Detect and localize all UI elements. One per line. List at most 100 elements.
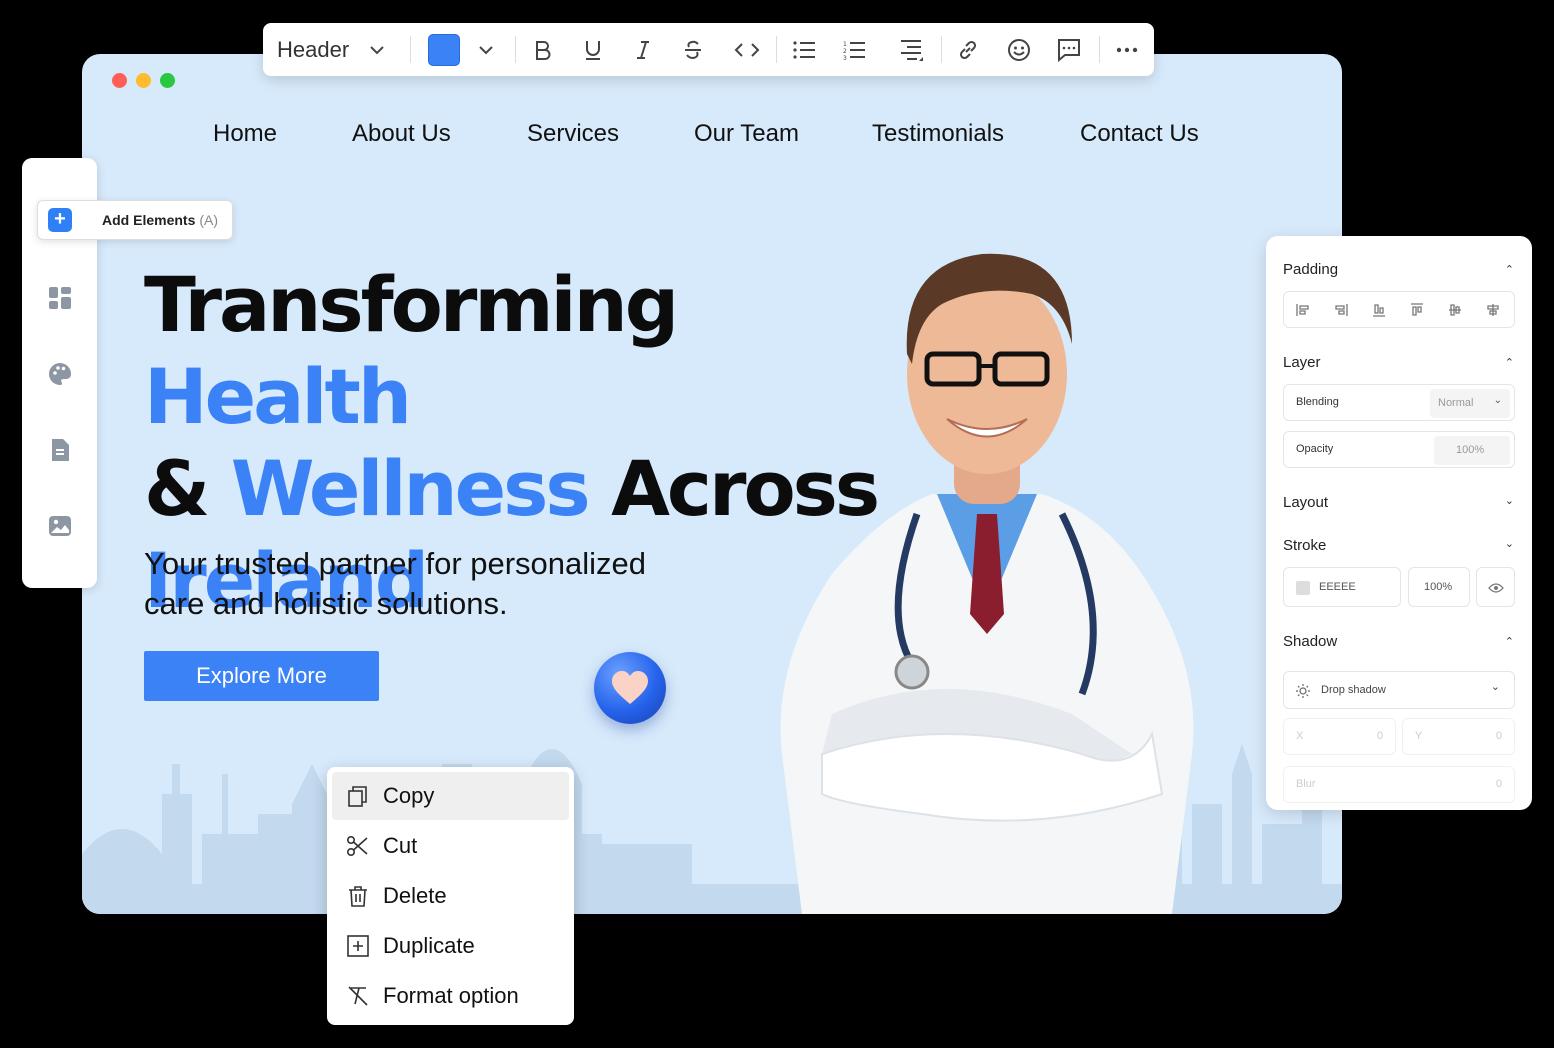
opacity-label: Opacity <box>1296 443 1334 455</box>
website-preview-window: Home About Us Services Our Team Testimon… <box>82 54 1342 914</box>
text-color-picker[interactable] <box>426 23 496 76</box>
shadow-blur-input[interactable]: Blur 0 <box>1283 766 1515 803</box>
strikethrough-icon[interactable] <box>678 23 708 76</box>
stroke-color-swatch <box>1296 581 1310 595</box>
window-controls <box>112 73 175 88</box>
shadow-y-input[interactable]: Y 0 <box>1402 718 1515 755</box>
palette-icon[interactable] <box>48 362 72 386</box>
stroke-color-field[interactable]: EEEEE <box>1283 567 1401 607</box>
text-format-toolbar: Header 123 <box>263 23 1154 76</box>
menu-item-label: Delete <box>383 883 447 908</box>
copy-icon <box>348 786 367 807</box>
menu-item-delete[interactable]: Delete <box>332 872 569 920</box>
layout-icon[interactable] <box>48 286 72 310</box>
hero-title-part1: Transforming <box>144 260 679 349</box>
align-bottom-icon[interactable] <box>1372 303 1386 317</box>
nav-about-us[interactable]: About Us <box>352 120 451 148</box>
minimize-window-button[interactable] <box>136 73 151 88</box>
blending-field[interactable]: Blending Normal ⌄ <box>1283 384 1515 421</box>
numbered-list-icon[interactable]: 123 <box>839 23 869 76</box>
chevron-down-icon <box>370 45 384 54</box>
close-window-button[interactable] <box>112 73 127 88</box>
toolbar-divider <box>515 36 516 63</box>
menu-item-copy[interactable]: Copy <box>332 772 569 820</box>
comment-icon[interactable] <box>1054 23 1084 76</box>
bold-icon[interactable] <box>528 23 558 76</box>
chevron-up-icon[interactable]: ⌃ <box>1505 263 1514 276</box>
chevron-down-icon[interactable]: ⌄ <box>1505 537 1514 550</box>
document-icon[interactable] <box>48 438 72 462</box>
scissors-icon <box>346 835 368 857</box>
color-swatch <box>428 33 460 66</box>
shadow-x-value: 0 <box>1376 730 1383 742</box>
menu-item-duplicate[interactable]: Duplicate <box>332 922 569 970</box>
italic-icon[interactable] <box>628 23 658 76</box>
text-style-value: Header <box>277 36 350 62</box>
heart-icon <box>594 652 666 724</box>
hero-subtitle: Your trusted partner for personalized ca… <box>144 546 647 621</box>
emoji-icon[interactable] <box>1004 23 1034 76</box>
align-left-icon[interactable] <box>1296 303 1310 317</box>
padding-section-title: Padding <box>1283 261 1339 278</box>
text-style-dropdown[interactable]: Header <box>277 23 385 76</box>
bullet-list-icon[interactable] <box>789 23 819 76</box>
align-right-icon[interactable] <box>1334 303 1348 317</box>
chevron-down-icon[interactable]: ⌄ <box>1505 494 1514 507</box>
properties-panel: Padding ⌃ Layer ⌃ Blending Normal ⌄ Opac… <box>1266 236 1532 810</box>
shadow-x-input[interactable]: X 0 <box>1283 718 1396 755</box>
underline-icon[interactable] <box>578 23 608 76</box>
stroke-opacity-field[interactable]: 100% <box>1408 567 1470 607</box>
align-vertical-center-icon[interactable] <box>1448 303 1462 317</box>
nav-testimonials[interactable]: Testimonials <box>872 120 1004 148</box>
add-elements-shortcut: (A) <box>199 212 219 228</box>
chevron-up-icon[interactable]: ⌃ <box>1505 635 1514 648</box>
stroke-color-value: EEEEE <box>1319 581 1356 593</box>
shadow-type-value: Drop shadow <box>1321 684 1386 696</box>
menu-item-label: Format option <box>383 983 519 1008</box>
shadow-type-select[interactable]: Drop shadow ⌄ <box>1283 671 1515 709</box>
stroke-visibility-toggle[interactable] <box>1476 567 1515 607</box>
shadow-blur-value: 0 <box>1495 778 1502 790</box>
menu-item-label: Cut <box>383 833 418 858</box>
link-icon[interactable] <box>953 23 983 76</box>
align-horizontal-center-icon[interactable] <box>1486 303 1500 317</box>
opacity-input[interactable]: 100% <box>1434 436 1510 465</box>
nav-contact-us[interactable]: Contact Us <box>1080 120 1199 148</box>
hero-title-highlight-wellness: Wellness <box>230 444 591 533</box>
doctor-photo <box>780 253 1194 914</box>
nav-home[interactable]: Home <box>213 120 277 148</box>
menu-item-cut[interactable]: Cut <box>332 822 569 870</box>
blending-label: Blending <box>1296 396 1339 408</box>
toolbar-divider <box>1099 36 1100 63</box>
menu-item-label: Duplicate <box>383 933 475 958</box>
shadow-section-title: Shadow <box>1283 633 1338 650</box>
opacity-field[interactable]: Opacity 100% <box>1283 431 1515 468</box>
explore-more-button[interactable]: Explore More <box>144 651 379 701</box>
nav-services[interactable]: Services <box>527 120 619 148</box>
svg-text:1: 1 <box>843 41 847 48</box>
nav-our-team[interactable]: Our Team <box>694 120 799 148</box>
add-elements-button[interactable]: + Add Elements (A) <box>37 200 233 240</box>
chevron-down-icon <box>479 45 493 54</box>
more-icon[interactable] <box>1113 23 1141 76</box>
eye-icon <box>1488 583 1504 593</box>
image-icon[interactable] <box>48 514 72 538</box>
context-menu: Copy Cut Delete Duplicate Format option <box>327 767 574 1025</box>
maximize-window-button[interactable] <box>160 73 175 88</box>
sun-icon <box>1296 684 1310 698</box>
align-icon[interactable] <box>896 23 926 76</box>
trash-icon <box>349 886 367 907</box>
chevron-up-icon[interactable]: ⌃ <box>1505 356 1514 369</box>
align-top-icon[interactable] <box>1410 303 1424 317</box>
shadow-x-label: X <box>1296 730 1304 742</box>
layout-section-title: Layout <box>1283 494 1329 511</box>
code-icon[interactable] <box>730 23 764 76</box>
shadow-blur-label: Blur <box>1296 778 1316 790</box>
site-nav: Home About Us Services Our Team Testimon… <box>82 120 1342 160</box>
toolbar-divider <box>941 36 942 63</box>
svg-text:2: 2 <box>843 48 847 55</box>
blending-select[interactable]: Normal ⌄ <box>1430 389 1510 418</box>
toolbar-divider <box>776 36 777 63</box>
menu-item-format-option[interactable]: Format option <box>332 972 569 1020</box>
svg-text:3: 3 <box>843 55 847 60</box>
